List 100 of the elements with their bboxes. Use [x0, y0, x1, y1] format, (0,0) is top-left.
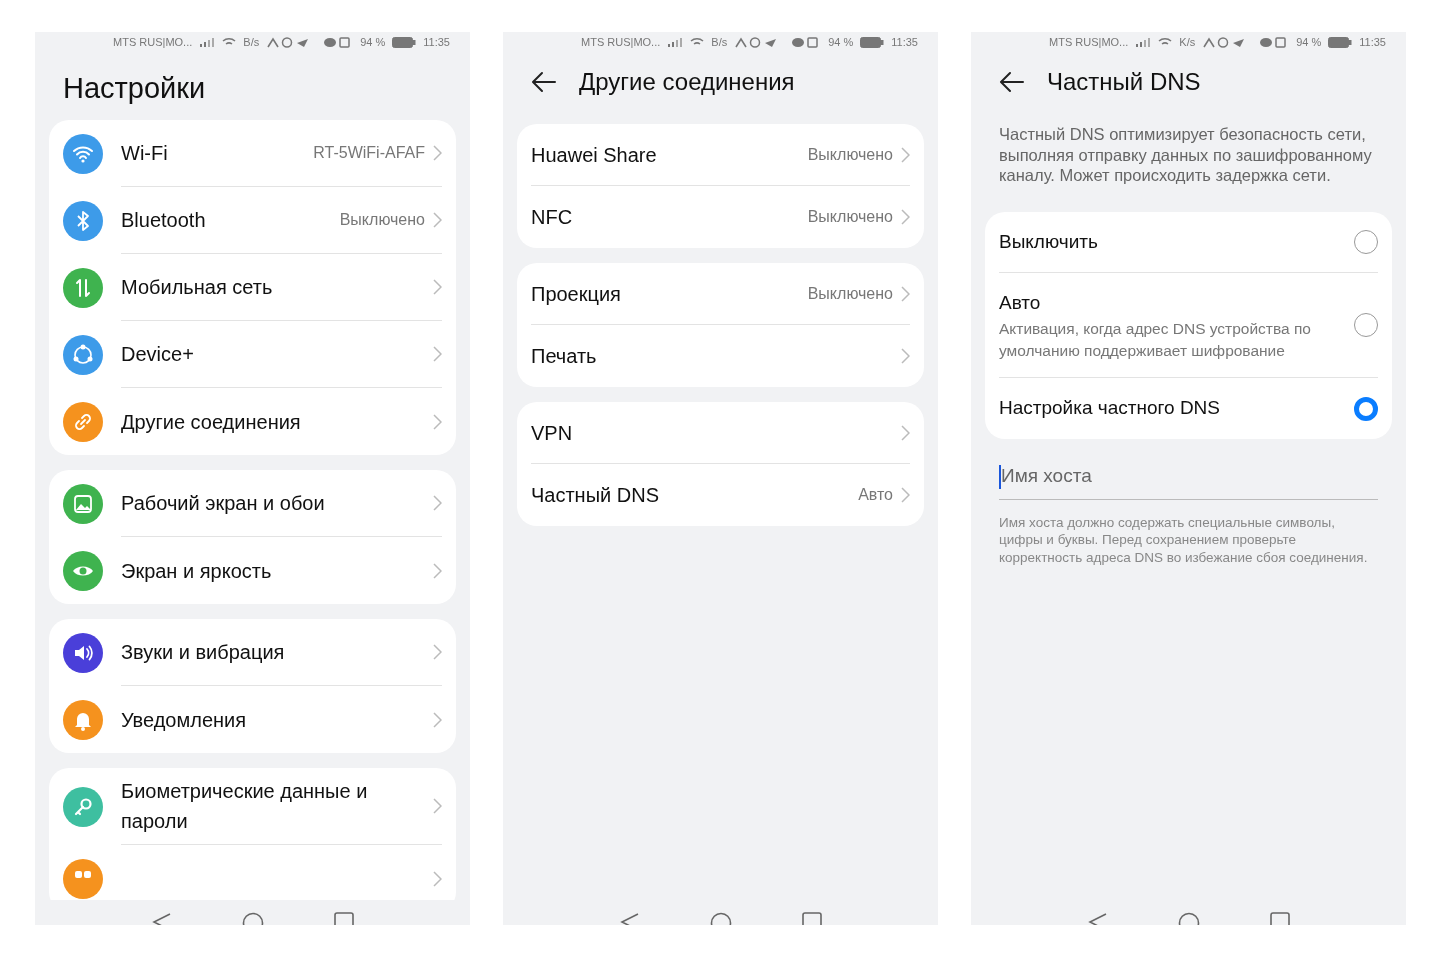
option-label: Авто: [999, 291, 1042, 316]
item-label: Wi-Fi: [121, 141, 169, 166]
option-description: Активация, когда адрес DNS устройства по умолчанию поддерживает шифрование: [999, 318, 1312, 361]
item-label: VPN: [531, 420, 574, 446]
image-icon: [63, 483, 103, 524]
arrows-icon: [63, 267, 103, 308]
settings-item[interactable]: Мобильная сеть: [63, 254, 442, 321]
chevron-icon: [901, 285, 910, 302]
settings-item[interactable]: Уведомления: [63, 686, 442, 753]
clock: 11:35: [1359, 34, 1386, 50]
chevron-icon: [433, 644, 442, 660]
chevron-icon: [433, 562, 442, 579]
settings-item[interactable]: Другие соединения: [63, 388, 442, 455]
item-value: Выключено: [807, 207, 893, 227]
item-label: Частный DNS: [531, 483, 660, 508]
item-value: Выключено: [807, 283, 893, 304]
battery-percent: 94 %: [1296, 34, 1322, 50]
item-label: Печать: [531, 344, 598, 369]
item-label: Мобильная сеть: [121, 275, 274, 300]
description-text: Частный DNS оптимизирует безопасность сети, выполняя отправку данных по зашифрованному каналу. Может происходить задержка сети.: [998, 124, 1373, 187]
chevron-icon: [433, 413, 442, 430]
network-speed: K/s: [1179, 34, 1196, 50]
back-icon[interactable]: [531, 71, 557, 93]
battery-icon: [1328, 36, 1353, 48]
carrier-name: MTS RUS|MO...: [113, 34, 193, 50]
eye-icon: [63, 550, 103, 591]
signal-icon: [1135, 37, 1152, 47]
network-speed: B/s: [243, 34, 260, 50]
chevron-icon: [901, 209, 910, 225]
screen-title: Другие соединения: [579, 67, 795, 97]
battery-percent: 94 %: [828, 34, 854, 50]
settings-item[interactable]: Wi-Fi RT-5WiFi-AFAF: [63, 120, 442, 187]
chevron-icon: [433, 346, 442, 362]
item-label: Проекция: [531, 281, 622, 307]
carrier-name: MTS RUS|MO...: [1049, 34, 1129, 50]
screen-title: Частный DNS: [1047, 67, 1201, 97]
wifi-icon: [1158, 37, 1173, 47]
settings-item[interactable]: Частный DNS Авто: [531, 464, 910, 526]
item-value: RT-5WiFi-AFAF: [313, 143, 425, 163]
settings-item[interactable]: Проекция Выключено: [531, 263, 910, 325]
item-label: Device+: [121, 342, 195, 367]
radio-option[interactable]: Выключить: [999, 211, 1378, 274]
item-label: Другие соединения: [121, 409, 302, 435]
radio-option[interactable]: Настройка частного DNS: [999, 378, 1378, 439]
chevron-icon: [433, 495, 442, 511]
hostname-field[interactable]: Имя хоста: [999, 453, 1378, 500]
speaker-icon: [63, 632, 103, 673]
nodes-icon: [63, 334, 103, 375]
option-label: Выключить: [999, 229, 1099, 254]
chevron-icon: [901, 487, 910, 503]
clock: 11:35: [423, 34, 450, 50]
item-value: Выключено: [339, 210, 425, 230]
settings-item[interactable]: Экран и яркость: [63, 537, 442, 604]
chevron-icon: [901, 146, 910, 163]
settings-item[interactable]: Device+: [63, 321, 442, 388]
item-value: Выключено: [807, 144, 893, 165]
item-label: Биометрические данные и пароли: [121, 779, 369, 834]
settings-item[interactable]: Печать: [531, 325, 910, 387]
item-label: Huawei Share: [531, 142, 658, 168]
signal-icon: [667, 37, 684, 47]
bell-icon: [63, 699, 103, 740]
network-speed: B/s: [711, 34, 728, 50]
item-label: Звуки и вибрация: [121, 640, 286, 665]
battery-percent: 94 %: [360, 34, 386, 50]
chevron-icon: [433, 212, 442, 228]
item-label: Рабочий экран и обои: [121, 491, 326, 516]
settings-item[interactable]: Рабочий экран и обои: [63, 470, 442, 537]
link-icon: [63, 401, 103, 442]
item-value: Авто: [858, 485, 893, 505]
settings-item[interactable]: Звуки и вибрация: [63, 619, 442, 686]
chevron-icon: [901, 348, 910, 364]
settings-item[interactable]: Биометрические данные и пароли: [63, 768, 442, 845]
chevron-icon: [433, 798, 442, 814]
key-icon: [63, 786, 103, 827]
screen-title: Настройки: [63, 71, 206, 107]
wifi-icon: [63, 133, 103, 174]
settings-item[interactable]: VPN: [531, 402, 910, 464]
option-label: Настройка частного DNS: [999, 396, 1221, 421]
item-label: NFC: [531, 205, 574, 230]
signal-icon: [199, 37, 216, 47]
chevron-icon: [433, 711, 442, 728]
wifi-icon: [222, 37, 237, 47]
settings-item[interactable]: Huawei Share Выключено: [531, 124, 910, 186]
back-icon[interactable]: [999, 71, 1025, 93]
battery-icon: [392, 36, 417, 48]
settings-item[interactable]: NFC Выключено: [531, 186, 910, 248]
battery-icon: [860, 36, 885, 48]
chevron-icon: [433, 870, 442, 887]
radio-button[interactable]: [1354, 396, 1378, 421]
hint-text: Имя хоста должно содержать специальные символы, цифры и буквы. Перед сохранением проверьте корректность адреса DNS во избежание сбоя соединения.: [998, 513, 1369, 567]
chevron-icon: [433, 279, 442, 295]
chevron-icon: [433, 145, 442, 161]
item-label: Bluetooth: [121, 208, 207, 233]
wifi-icon: [690, 37, 705, 47]
radio-option[interactable]: Авто Активация, когда адрес DNS устройства по умолчанию поддерживает шифрование: [999, 273, 1378, 379]
chevron-icon: [901, 424, 910, 441]
settings-item[interactable]: Bluetooth Выключено: [63, 187, 442, 254]
item-label: Уведомления: [121, 707, 248, 733]
bluetooth-icon: [63, 200, 103, 241]
item-label: Экран и яркость: [121, 558, 273, 584]
